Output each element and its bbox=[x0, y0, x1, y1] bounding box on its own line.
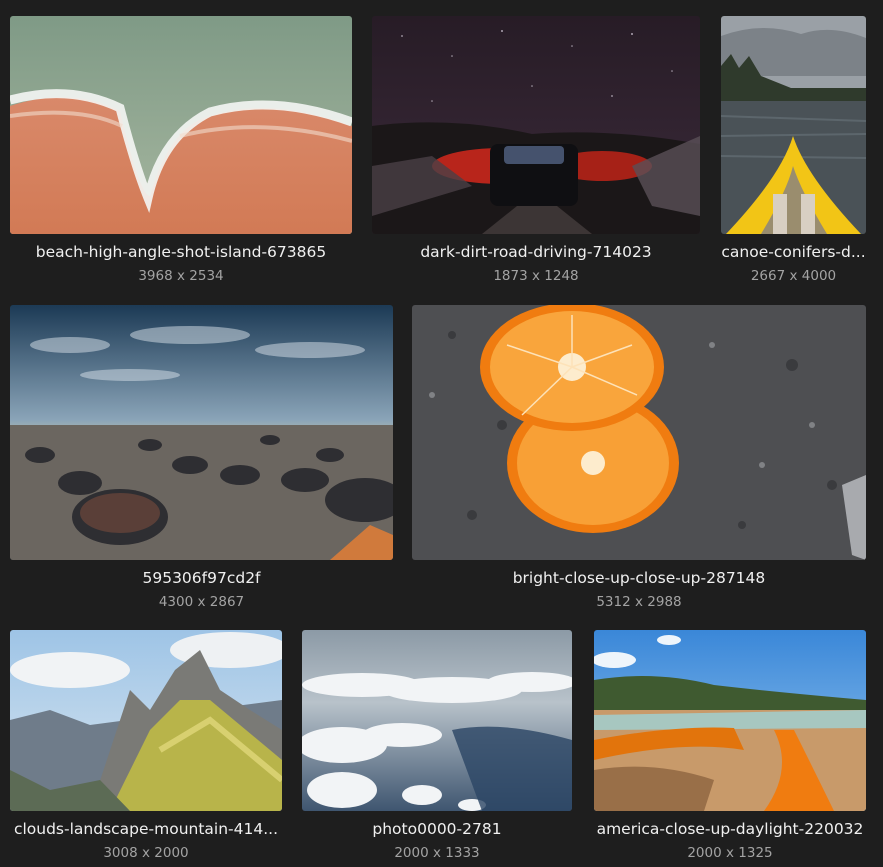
image-dimensions: 3008 x 2000 bbox=[103, 845, 189, 861]
image-dimensions: 2667 x 4000 bbox=[750, 268, 837, 284]
gallery-item[interactable]: bright-close-up-close-up-287148 5312 x 2… bbox=[412, 305, 866, 612]
image-filename: photo0000-2781 bbox=[372, 820, 502, 838]
gallery-item[interactable]: dark-dirt-road-driving-714023 1873 x 124… bbox=[372, 16, 700, 286]
image-filename: canoe-conifers-d... bbox=[721, 243, 866, 261]
image-filename: bright-close-up-close-up-287148 bbox=[512, 569, 766, 587]
image-dimensions: 2000 x 1325 bbox=[687, 845, 773, 861]
image-filename: dark-dirt-road-driving-714023 bbox=[420, 243, 652, 261]
night-car-photo[interactable] bbox=[372, 16, 700, 234]
image-dimensions: 5312 x 2988 bbox=[596, 594, 682, 610]
image-dimensions: 4300 x 2867 bbox=[158, 594, 245, 610]
canoe-lake-photo[interactable] bbox=[721, 16, 866, 234]
image-dimensions: 3968 x 2534 bbox=[138, 268, 224, 284]
hot-spring-photo[interactable] bbox=[594, 630, 866, 811]
image-gallery: beach-high-angle-shot-island-673865 3968… bbox=[0, 0, 883, 867]
image-dimensions: 2000 x 1333 bbox=[394, 845, 480, 861]
gallery-item[interactable]: beach-high-angle-shot-island-673865 3968… bbox=[10, 16, 352, 286]
orange-halves-photo[interactable] bbox=[412, 305, 866, 560]
gallery-item[interactable]: 595306f97cd2f 4300 x 2867 bbox=[10, 305, 393, 612]
gallery-item[interactable]: canoe-conifers-d... 2667 x 4000 bbox=[721, 16, 866, 286]
beach-waves-aerial-photo[interactable] bbox=[10, 16, 352, 234]
image-filename: beach-high-angle-shot-island-673865 bbox=[35, 243, 327, 261]
image-filename: 595306f97cd2f bbox=[142, 569, 261, 587]
gallery-item[interactable]: clouds-landscape-mountain-414... 3008 x … bbox=[10, 630, 282, 867]
gallery-item[interactable]: photo0000-2781 2000 x 1333 bbox=[302, 630, 572, 867]
image-filename: america-close-up-daylight-220032 bbox=[596, 820, 864, 838]
image-dimensions: 1873 x 1248 bbox=[493, 268, 579, 284]
gallery-item[interactable]: america-close-up-daylight-220032 2000 x … bbox=[594, 630, 866, 867]
image-filename: clouds-landscape-mountain-414... bbox=[13, 820, 279, 838]
aerial-clouds-photo[interactable] bbox=[302, 630, 572, 811]
rocky-beach-sunset-photo[interactable] bbox=[10, 305, 393, 560]
mountain-landscape-photo[interactable] bbox=[10, 630, 282, 811]
